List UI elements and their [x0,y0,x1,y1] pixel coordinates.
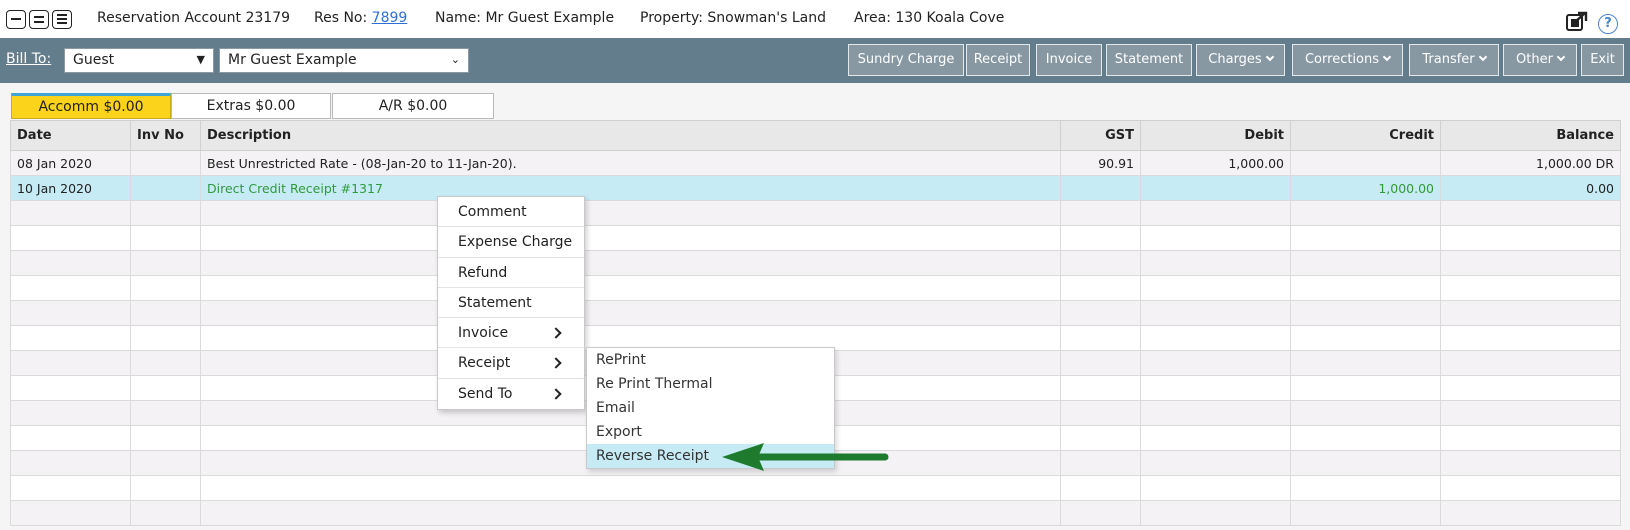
row-credit: 1,000.00 [1290,175,1441,201]
column-header-debit[interactable]: Debit [1140,120,1291,151]
exit-button[interactable]: Exit [1581,44,1624,76]
empty-row [10,200,1621,226]
menu-item-expense-charge[interactable]: Expense Charge [438,227,584,258]
invoice-button[interactable]: Invoice [1036,44,1102,76]
empty-row [10,475,1621,501]
menu-item-send-to-label: Send To [458,385,513,402]
help-icon[interactable]: ? [1598,14,1618,34]
property-name: Property: Snowman's Land [640,10,826,26]
submenu-item-reprint[interactable]: RePrint [587,348,834,372]
column-header-date[interactable]: Date [10,120,131,151]
chevron-right-icon [550,357,562,370]
menu-item-send-to[interactable]: Send To [438,379,584,409]
row-balance: 0.00 [1440,175,1621,201]
page-header: Reservation Account 23179 Res No: 7899 N… [0,0,1630,38]
annotation-arrow-icon [722,443,889,471]
bill-to-value: Guest [73,52,115,68]
row-credit [1290,150,1441,176]
menu-item-receipt[interactable]: Receipt [438,348,584,379]
statement-label: Statement [1114,52,1184,67]
empty-row [10,500,1621,526]
submenu-item-email[interactable]: Email [587,396,834,420]
chevron-right-icon [550,327,562,339]
row-context-menu: Comment Expense Charge Refund Statement … [437,196,585,411]
sundry-charge-button[interactable]: Sundry Charge [848,44,964,76]
row-debit [1140,175,1291,201]
row-inv-no [130,150,201,176]
menu-item-invoice-label: Invoice [458,325,509,342]
row-description: Best Unrestricted Rate - (08-Jan-20 to 1… [200,150,1061,176]
other-dropdown-button[interactable]: Other [1503,44,1577,76]
split-view-icon[interactable] [29,10,49,29]
tab-ar[interactable]: A/R $0.00 [332,93,494,119]
menu-item-receipt-label: Receipt [458,355,511,372]
select-caret-icon: ▼ [196,53,205,66]
open-external-icon[interactable] [1566,11,1588,31]
menu-item-invoice[interactable]: Invoice [438,318,584,349]
transfer-dropdown-button[interactable]: Transfer [1409,44,1499,76]
empty-row [10,275,1621,301]
reservation-account-title: Reservation Account 23179 [97,10,291,26]
submenu-item-reprint-thermal[interactable]: Re Print Thermal [587,372,834,396]
empty-row [10,250,1621,276]
empty-row [10,300,1621,326]
guest-select-value: Mr Guest Example [228,52,357,68]
invoice-label: Invoice [1045,52,1093,67]
tab-accomm[interactable]: Accomm $0.00 [11,93,171,119]
column-header-gst[interactable]: GST [1060,120,1141,151]
statement-button[interactable]: Statement [1106,44,1192,76]
table-row-selected[interactable]: 10 Jan 2020 Direct Credit Receipt #1317 … [10,175,1621,201]
tab-extras[interactable]: Extras $0.00 [171,93,331,119]
chevron-down-icon: ⌄ [450,53,460,66]
receipt-label: Receipt [973,52,1023,67]
table-row[interactable]: 08 Jan 2020 Best Unrestricted Rate - (08… [10,150,1621,176]
chevron-right-icon [550,388,562,400]
list-view-icon[interactable] [52,10,72,29]
collapse-view-icon[interactable] [6,10,26,29]
table-header-row: Date Inv No Description GST Debit Credit… [10,120,1621,151]
row-debit: 1,000.00 [1140,150,1291,176]
area-name: Area: 130 Koala Cove [854,10,1005,26]
res-no: Res No: 7899 [314,10,407,26]
charges-dropdown-button[interactable]: Charges [1196,44,1285,76]
row-description: Direct Credit Receipt #1317 [200,175,1061,201]
bill-to-select[interactable]: Guest ▼ [64,48,214,73]
row-gst [1060,175,1141,201]
guest-name: Name: Mr Guest Example [435,10,615,26]
menu-item-statement[interactable]: Statement [438,288,584,319]
column-header-description[interactable]: Description [200,120,1061,151]
exit-label: Exit [1590,52,1615,67]
layout-icons [6,10,72,29]
column-header-balance[interactable]: Balance [1440,120,1621,151]
menu-item-refund[interactable]: Refund [438,258,584,288]
column-header-credit[interactable]: Credit [1290,120,1441,151]
row-inv-no [130,175,201,201]
row-date: 08 Jan 2020 [10,150,131,176]
chevron-down-icon [1556,52,1566,62]
corrections-label: Corrections [1304,52,1380,67]
row-balance: 1,000.00 DR [1440,150,1621,176]
row-gst: 90.91 [1060,150,1141,176]
receipt-button[interactable]: Receipt [966,44,1030,76]
other-label: Other [1516,52,1553,67]
chevron-down-icon [1478,52,1487,62]
transfer-label: Transfer [1422,52,1475,67]
sundry-charge-label: Sundry Charge [857,52,955,67]
toolbar: Bill To: Guest ▼ Mr Guest Example ⌄ Sund… [0,38,1630,83]
column-header-inv-no[interactable]: Inv No [130,120,201,151]
res-no-link[interactable]: 7899 [372,10,408,26]
chevron-down-icon [1382,52,1392,62]
menu-item-comment[interactable]: Comment [438,197,584,228]
empty-row [10,225,1621,251]
row-date: 10 Jan 2020 [10,175,131,201]
corrections-dropdown-button[interactable]: Corrections [1292,44,1403,76]
guest-select[interactable]: Mr Guest Example ⌄ [219,48,469,73]
charges-label: Charges [1208,52,1262,67]
bill-to-label[interactable]: Bill To: [6,51,51,67]
res-no-label: Res No: [314,10,368,26]
chevron-down-icon [1265,52,1274,62]
